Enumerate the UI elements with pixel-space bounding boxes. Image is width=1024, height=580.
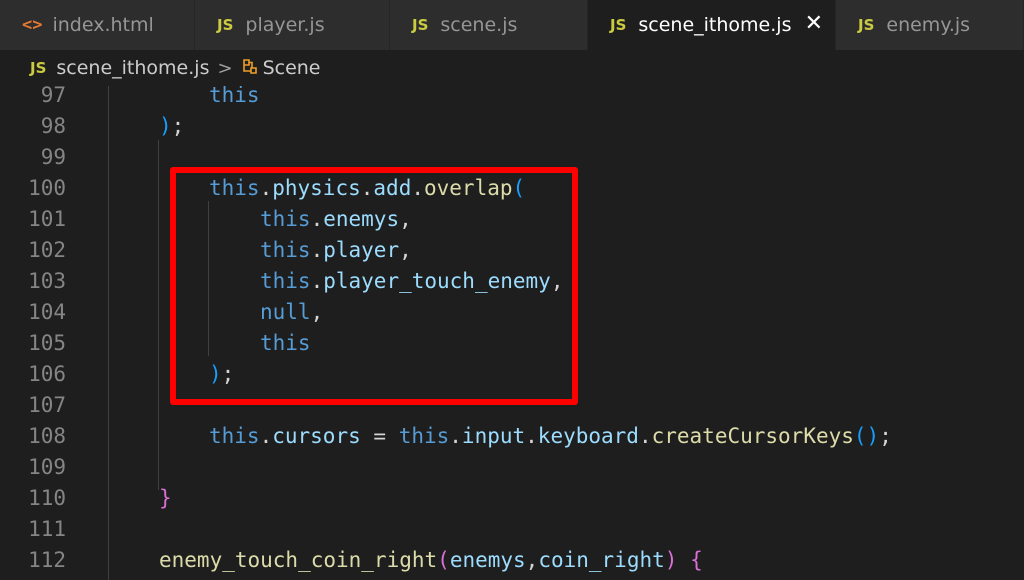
tab-label: scene.js [440, 14, 518, 36]
line-number: 105 [28, 331, 66, 355]
tab-player-js[interactable]: JS player.js [195, 0, 390, 50]
tab-scene-js[interactable]: JS scene.js [390, 0, 588, 50]
line-number: 112 [28, 548, 66, 572]
close-icon[interactable]: ✕ [805, 11, 823, 36]
js-file-icon: JS [858, 16, 875, 34]
tab-label: scene_ithome.js [638, 14, 792, 36]
breadcrumb-file[interactable]: scene_ithome.js [56, 57, 209, 79]
tab-label: player.js [245, 14, 325, 36]
line-number: 100 [28, 176, 66, 200]
js-file-icon: JS [412, 16, 429, 34]
breadcrumb: JS scene_ithome.js > Scene [0, 50, 1024, 86]
line-number: 108 [28, 424, 66, 448]
chevron-right-icon: > [217, 57, 233, 79]
line-number: 101 [28, 207, 66, 231]
tab-label: enemy.js [886, 14, 971, 36]
code-line: 111 [0, 514, 1024, 545]
code-line: 108 this.cursors = this.input.keyboard.c… [0, 421, 1024, 452]
tab-scene-ithome-js[interactable]: JS scene_ithome.js ✕ [588, 0, 836, 50]
highlight-box [170, 167, 578, 405]
tab-index-html[interactable]: <> index.html [0, 0, 195, 50]
class-symbol-icon [239, 57, 259, 79]
js-file-icon: JS [217, 16, 234, 34]
line-number: 110 [28, 486, 66, 510]
line-number: 111 [28, 517, 66, 541]
line-number: 98 [40, 114, 66, 138]
code-line: 109 [0, 452, 1024, 483]
line-number: 106 [28, 362, 66, 386]
line-number: 99 [40, 145, 66, 169]
line-number: 104 [28, 300, 66, 324]
tab-enemy-js[interactable]: JS enemy.js [836, 0, 1024, 50]
line-number: 107 [28, 393, 66, 417]
html-file-icon: <> [22, 15, 43, 35]
code-line: 110 } [0, 483, 1024, 514]
js-file-icon: JS [30, 59, 47, 77]
line-number: 103 [28, 269, 66, 293]
code-line: 98 ); [0, 111, 1024, 142]
code-line: 97 this [0, 86, 1024, 111]
code-line: 112 enemy_touch_coin_right(enemys,coin_r… [0, 545, 1024, 576]
js-file-icon: JS [610, 16, 627, 34]
tab-bar: <> index.html JS player.js JS scene.js J… [0, 0, 1024, 50]
breadcrumb-symbol[interactable]: Scene [263, 57, 321, 79]
tab-label: index.html [52, 14, 154, 36]
code-editor[interactable]: 97 this 98 ); 99 100 this.physics.add.ov… [0, 86, 1024, 580]
line-number: 97 [40, 86, 66, 107]
line-number: 102 [28, 238, 66, 262]
line-number: 109 [28, 455, 66, 479]
